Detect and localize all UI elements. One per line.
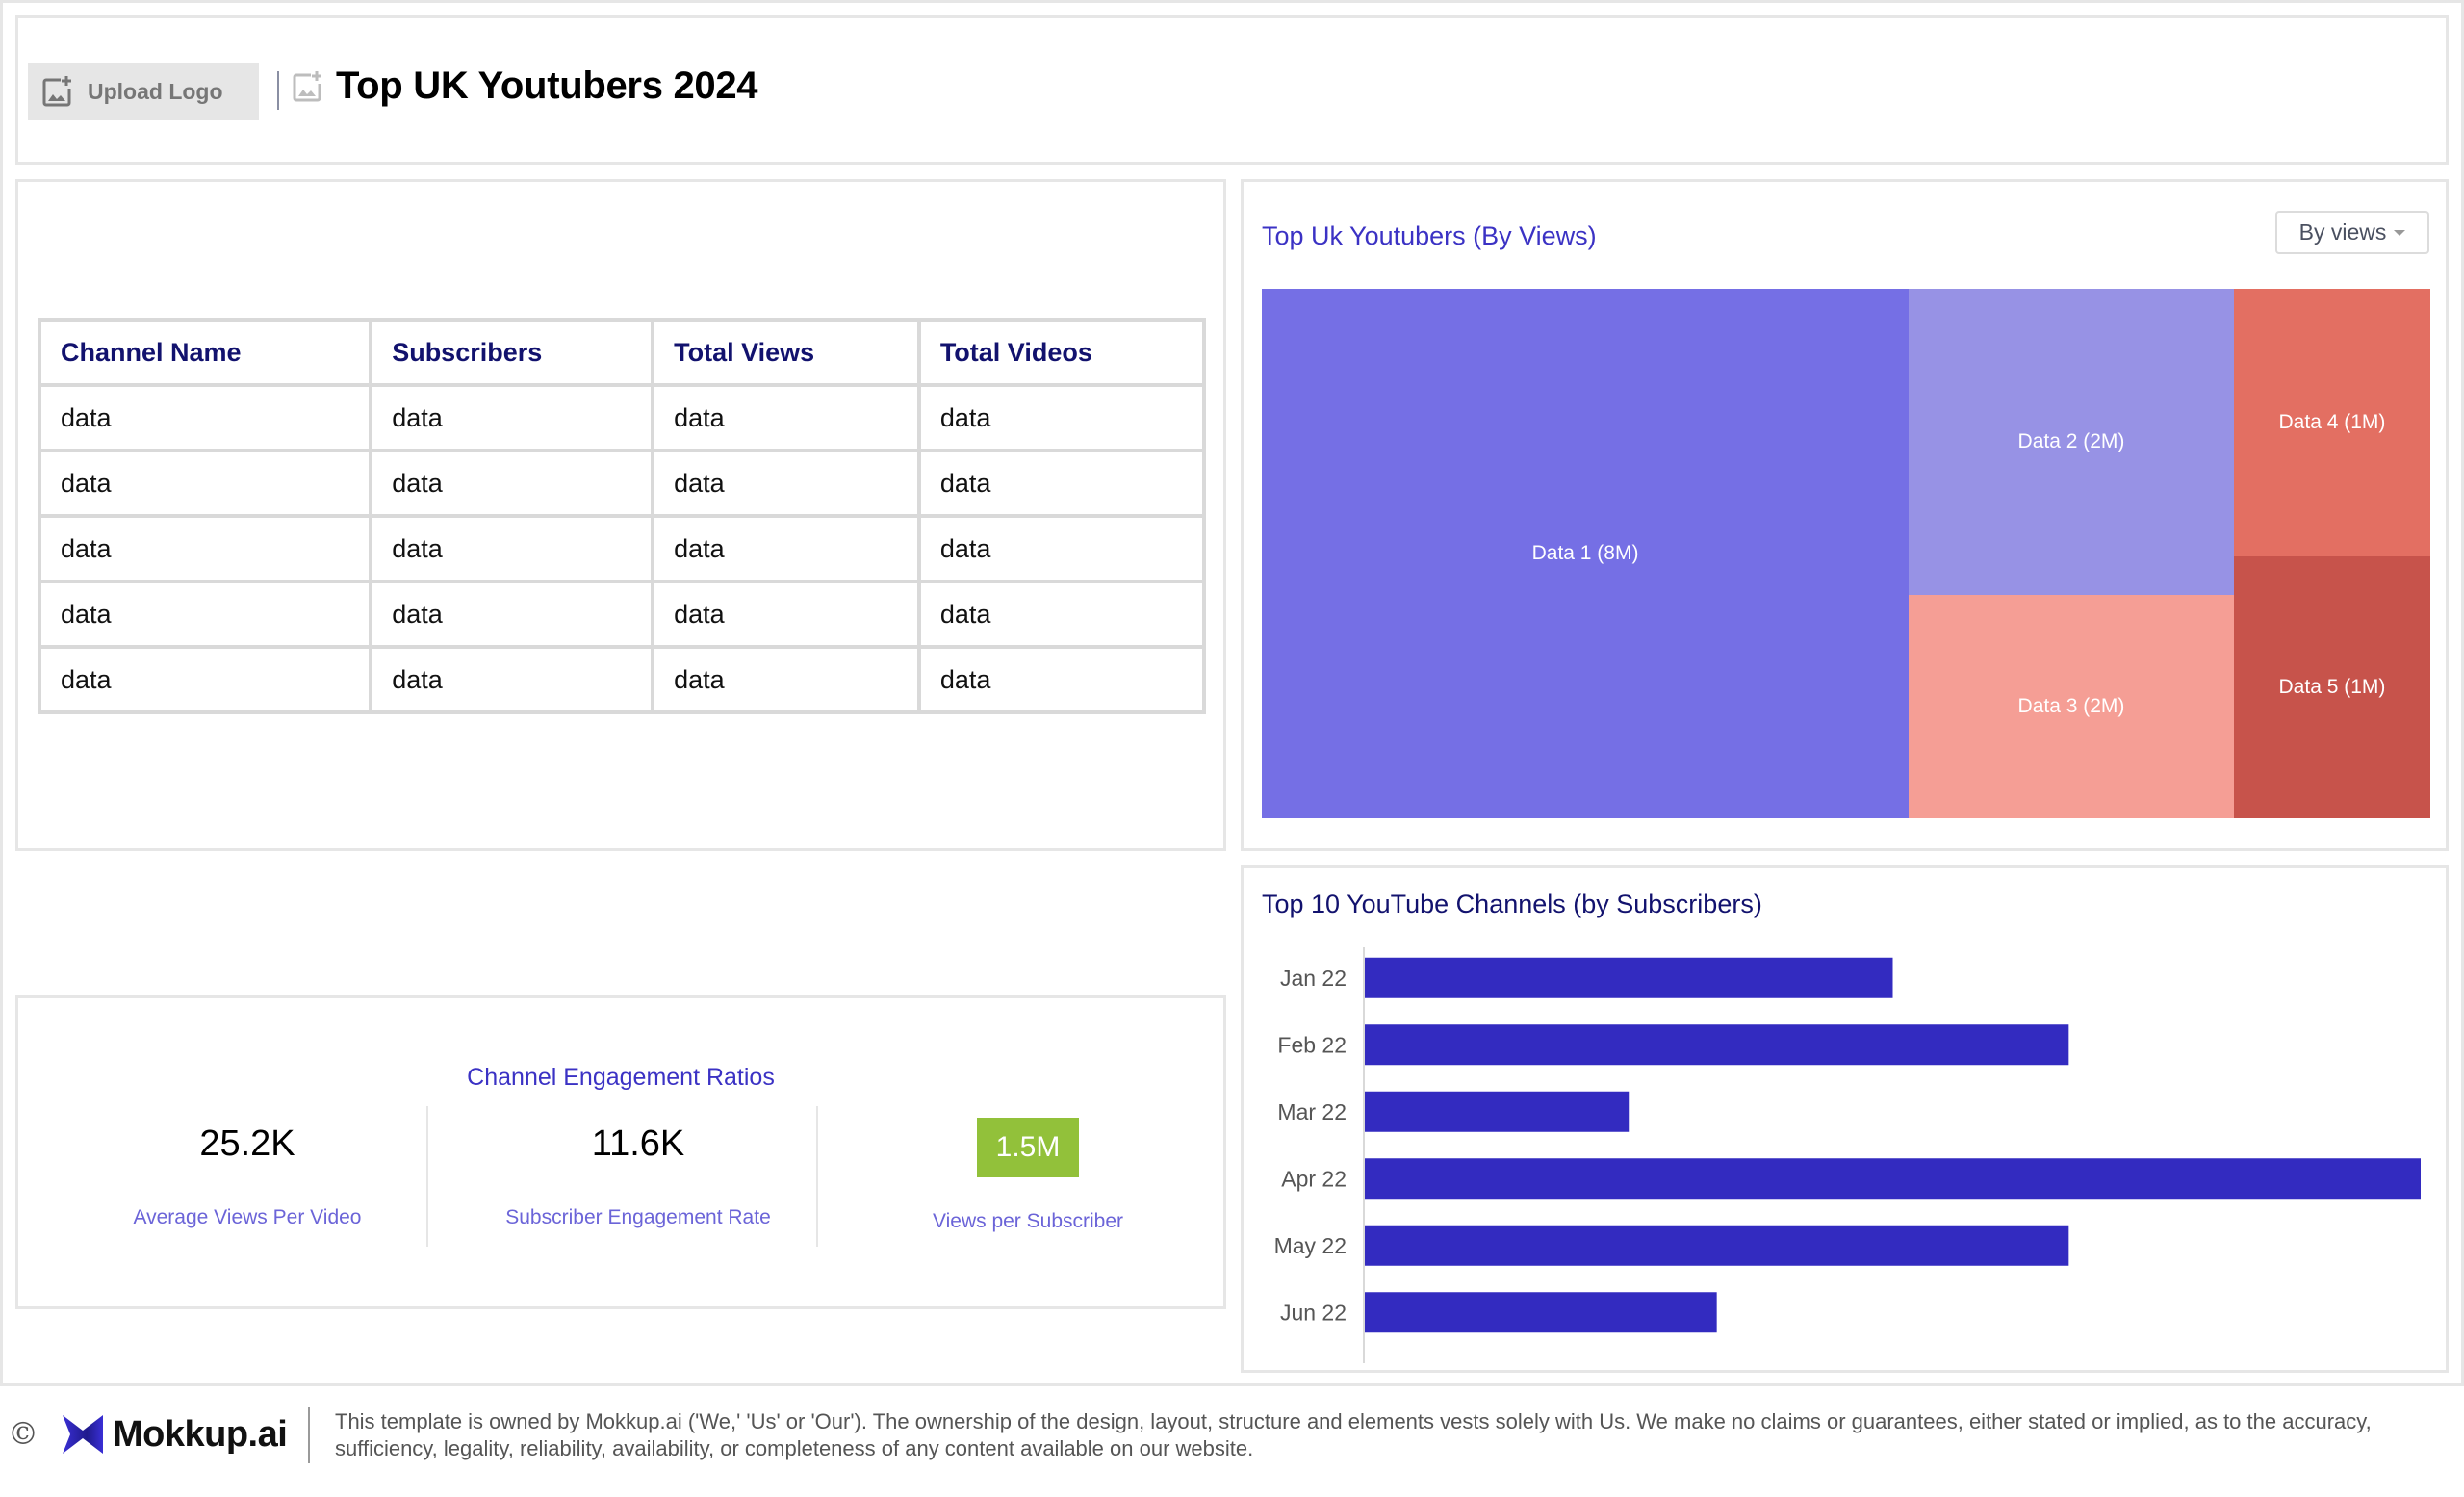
kpi-label: Subscriber Engagement Rate bbox=[505, 1206, 771, 1228]
table-cell: data bbox=[916, 514, 1207, 583]
treemap-title: Top Uk Youtubers (By Views) bbox=[1262, 221, 1597, 250]
bar-may-22[interactable] bbox=[1365, 1225, 2069, 1266]
treemap-label: Data 3 (2M) bbox=[2017, 694, 2125, 717]
views-treemap-card: Top Uk Youtubers (By Views) By views Dat… bbox=[1241, 179, 2449, 851]
kpi-subscriber-engagement-rate: 11.6K Subscriber Engagement Rate bbox=[444, 1106, 833, 1247]
mokkup-logo-icon bbox=[63, 1415, 103, 1454]
table-cell: data bbox=[651, 449, 921, 518]
caret-down-icon bbox=[2394, 229, 2406, 236]
mokkup-logo[interactable]: Mokkup.ai bbox=[61, 1413, 288, 1456]
table-row: data data data data bbox=[37, 645, 1207, 714]
kpi-label: Views per Subscriber bbox=[932, 1210, 1124, 1232]
header-card: Upload Logo Top UK Youtubers 2024 bbox=[15, 15, 2449, 165]
table-cell: data bbox=[369, 580, 655, 649]
engagement-ratios-card: Channel Engagement Ratios 25.2K Average … bbox=[15, 995, 1226, 1309]
channels-table-card: Channel Name Subscribers Total Views Tot… bbox=[15, 179, 1226, 851]
table-row: data data data data bbox=[37, 514, 1207, 583]
treemap-label: Data 5 (1M) bbox=[2278, 675, 2386, 698]
image-add-icon bbox=[42, 76, 71, 107]
table-cell: data bbox=[916, 449, 1207, 518]
bar-chart-title: Top 10 YouTube Channels (by Subscribers) bbox=[1262, 890, 1762, 918]
table-cell: data bbox=[369, 449, 655, 518]
table-cell: data bbox=[37, 383, 373, 452]
treemap-label: Data 1 (8M) bbox=[1531, 542, 1639, 564]
table-header-row: Channel Name Subscribers Total Views Tot… bbox=[37, 318, 1207, 387]
treemap-cell-data-3[interactable]: Data 3 (2M) bbox=[1909, 594, 2234, 818]
kpi-value-badge: 1.5M bbox=[977, 1118, 1079, 1177]
disclaimer-text: This template is owned by Mokkup.ai ('We… bbox=[335, 1409, 2372, 1460]
table-cell: data bbox=[37, 449, 373, 518]
table-cell: data bbox=[651, 514, 921, 583]
table-cell: data bbox=[916, 383, 1207, 452]
table-cell: data bbox=[651, 580, 921, 649]
header-divider bbox=[277, 71, 279, 110]
y-tick-label: Mar 22 bbox=[1277, 1099, 1347, 1124]
y-tick-label: Jan 22 bbox=[1280, 966, 1347, 991]
copyright-symbol: © bbox=[8, 1415, 38, 1452]
footer-divider bbox=[308, 1407, 310, 1463]
table-cell: data bbox=[369, 645, 655, 714]
column-header-channel-name[interactable]: Channel Name bbox=[37, 318, 373, 387]
treemap-cell-data-2[interactable]: Data 2 (2M) bbox=[1909, 289, 2234, 595]
table-cell: data bbox=[916, 645, 1207, 714]
kpi-average-views-per-video: 25.2K Average Views Per Video bbox=[53, 1106, 442, 1247]
table-row: data data data data bbox=[37, 383, 1207, 452]
table-cell: data bbox=[37, 645, 373, 714]
treemap-cell-data-5[interactable]: Data 5 (1M) bbox=[2233, 555, 2430, 818]
column-header-total-videos[interactable]: Total Videos bbox=[916, 318, 1207, 387]
treemap-cell-data-4[interactable]: Data 4 (1M) bbox=[2233, 289, 2430, 556]
upload-logo-button[interactable]: Upload Logo bbox=[28, 63, 259, 120]
views-dropdown[interactable]: By views bbox=[2275, 211, 2429, 254]
table-cell: data bbox=[916, 580, 1207, 649]
y-tick-label: Feb 22 bbox=[1277, 1032, 1347, 1057]
table-cell: data bbox=[37, 580, 373, 649]
bar-mar-22[interactable] bbox=[1365, 1091, 1630, 1132]
y-tick-label: Jun 22 bbox=[1280, 1300, 1347, 1325]
upload-logo-label: Upload Logo bbox=[88, 78, 223, 104]
table-cell: data bbox=[369, 514, 655, 583]
y-tick-label: May 22 bbox=[1274, 1233, 1347, 1258]
page-title: Top UK Youtubers 2024 bbox=[336, 65, 758, 107]
bar-apr-22[interactable] bbox=[1365, 1158, 2421, 1200]
kpi-views-per-subscriber: 1.5M Views per Subscriber bbox=[834, 1106, 1222, 1247]
treemap-cell-data-1[interactable]: Data 1 (8M) bbox=[1262, 289, 1910, 818]
engagement-title: Channel Engagement Ratios bbox=[467, 1064, 775, 1091]
bar-jun-22[interactable] bbox=[1365, 1292, 1717, 1333]
footer: © Mokkup.ai This template is owned by Mo… bbox=[0, 1386, 2464, 1497]
treemap-label: Data 2 (2M) bbox=[2017, 429, 2125, 452]
table-cell: data bbox=[369, 383, 655, 452]
table-cell: data bbox=[37, 514, 373, 583]
brand-name: Mokkup.ai bbox=[113, 1413, 288, 1455]
subscribers-bar-card: Top 10 YouTube Channels (by Subscribers)… bbox=[1241, 865, 2449, 1373]
bar-feb-22[interactable] bbox=[1365, 1024, 2069, 1066]
column-header-total-views[interactable]: Total Views bbox=[651, 318, 921, 387]
bar-jan-22[interactable] bbox=[1365, 957, 1893, 998]
kpi-value: 11.6K bbox=[591, 1123, 685, 1164]
kpi-value: 25.2K bbox=[199, 1123, 295, 1164]
table-row: data data data data bbox=[37, 449, 1207, 518]
kpi-label: Average Views Per Video bbox=[133, 1206, 362, 1228]
column-header-subscribers[interactable]: Subscribers bbox=[369, 318, 655, 387]
treemap-label: Data 4 (1M) bbox=[2278, 410, 2386, 433]
table-cell: data bbox=[651, 645, 921, 714]
subscribers-bar-chart: Jan 22 Feb 22 Mar 22 Apr 22 May 22 Jun 22 bbox=[1274, 947, 2421, 1363]
kpi-divider bbox=[816, 1106, 818, 1247]
table-row: data data data data bbox=[37, 580, 1207, 649]
dropdown-selected-value: By views bbox=[2298, 219, 2387, 245]
channels-table: Channel Name Subscribers Total Views Tot… bbox=[37, 318, 1207, 714]
kpi-divider bbox=[426, 1106, 428, 1247]
treemap-chart: Data 1 (8M) Data 2 (2M) Data 3 (2M) Data… bbox=[1262, 289, 2430, 818]
image-placeholder-icon bbox=[293, 71, 321, 102]
y-tick-label: Apr 22 bbox=[1281, 1166, 1347, 1191]
table-cell: data bbox=[651, 383, 921, 452]
